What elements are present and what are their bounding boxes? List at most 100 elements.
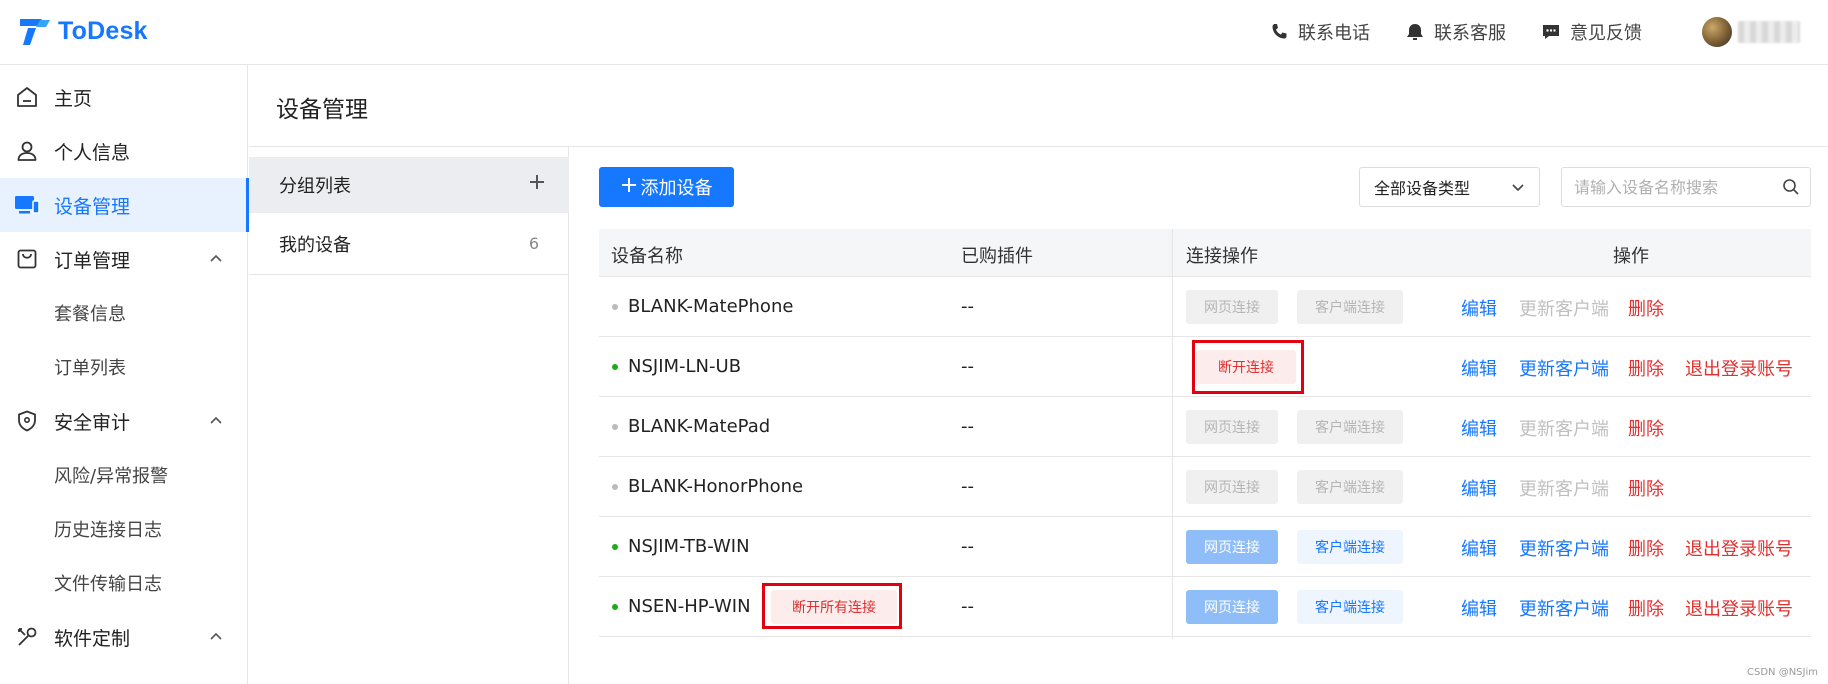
device-name: NSEN-HP-WIN [628, 596, 751, 617]
contact-phone-label: 联系电话 [1298, 23, 1370, 44]
user-menu[interactable] [1702, 17, 1800, 47]
delete-link[interactable]: 删除 [1628, 295, 1664, 321]
status-dot-offline [612, 484, 618, 490]
client-connect-button: 客户端连接 [1297, 470, 1403, 504]
sidebar-item-devices[interactable]: 设备管理 [0, 178, 249, 232]
web-connect-button: 网页连接 [1186, 410, 1278, 444]
sidebar-item-label: 历史连接日志 [54, 520, 162, 541]
top-header: ToDesk 联系电话 联系客服 意见反馈 [0, 0, 1828, 65]
sidebar-item-label: 订单列表 [54, 358, 126, 379]
search-input[interactable] [1574, 176, 1774, 198]
update-client-link[interactable]: 更新客户端 [1519, 535, 1609, 561]
device-search-box[interactable] [1561, 167, 1811, 207]
chevron-up-icon [210, 416, 222, 424]
contact-service-label: 联系客服 [1434, 23, 1506, 44]
group-item-count: 6 [528, 234, 539, 253]
web-connect-button: 网页连接 [1186, 290, 1278, 324]
sidebar-item-plan-info[interactable]: 套餐信息 [0, 286, 248, 340]
contact-service-link[interactable]: 联系客服 [1404, 19, 1506, 45]
contact-phone-link[interactable]: 联系电话 [1268, 19, 1370, 45]
edit-link[interactable]: 编辑 [1461, 595, 1497, 621]
bag-icon [14, 246, 40, 272]
client-connect-button: 客户端连接 [1297, 290, 1403, 324]
page-title: 设备管理 [276, 97, 368, 123]
web-connect-button: 网页连接 [1186, 470, 1278, 504]
update-client-link[interactable]: 更新客户端 [1519, 355, 1609, 381]
watermark: CSDN @NSJim [1747, 667, 1818, 678]
group-panel: 分组列表 我的设备 6 [249, 147, 569, 684]
edit-link[interactable]: 编辑 [1461, 415, 1497, 441]
delete-link[interactable]: 删除 [1628, 415, 1664, 441]
edit-link[interactable]: 编辑 [1461, 475, 1497, 501]
sidebar-item-home[interactable]: 主页 [0, 70, 248, 124]
sidebar-item-label: 安全审计 [54, 411, 131, 434]
sidebar-item-label: 个人信息 [54, 141, 131, 164]
device-name: BLANK-HonorPhone [628, 476, 804, 497]
column-header-actions: 操作 [1613, 246, 1649, 267]
device-type-select[interactable]: 全部设备类型 [1359, 167, 1540, 207]
device-name: BLANK-MatePad [628, 416, 771, 437]
table-row: BLANK-HonorPhone -- 网页连接 客户端连接 编辑 更新客户端 … [599, 457, 1811, 517]
web-connect-button[interactable]: 网页连接 [1186, 530, 1278, 564]
add-device-label: 添加设备 [640, 178, 713, 199]
sidebar-item-orders[interactable]: 订单管理 [0, 232, 248, 286]
tools-icon [14, 624, 40, 650]
add-group-icon[interactable] [527, 172, 547, 196]
status-dot-offline [612, 304, 618, 310]
plugin-value: -- [961, 296, 974, 317]
chat-icon [1540, 21, 1562, 43]
sidebar-item-label: 套餐信息 [54, 304, 126, 325]
edit-link[interactable]: 编辑 [1461, 295, 1497, 321]
device-name: NSJIM-LN-UB [628, 356, 742, 377]
group-item-my-devices[interactable]: 我的设备 6 [249, 213, 569, 275]
disconnect-all-button[interactable]: 断开所有连接 [771, 590, 897, 624]
sidebar-item-security-audit[interactable]: 安全审计 [0, 394, 248, 448]
brand-name: ToDesk [58, 16, 148, 45]
update-client-link: 更新客户端 [1519, 299, 1609, 320]
sidebar-item-order-list[interactable]: 订单列表 [0, 340, 248, 394]
delete-link[interactable]: 删除 [1628, 595, 1664, 621]
chevron-up-icon [210, 632, 222, 640]
logout-account-link[interactable]: 退出登录账号 [1685, 535, 1793, 561]
update-client-link: 更新客户端 [1519, 419, 1609, 440]
home-icon [14, 84, 40, 110]
phone-icon [1268, 21, 1290, 43]
sidebar-item-profile[interactable]: 个人信息 [0, 124, 248, 178]
edit-link[interactable]: 编辑 [1461, 355, 1497, 381]
update-client-link: 更新客户端 [1519, 479, 1609, 500]
sidebar-item-customization[interactable]: 软件定制 [0, 610, 248, 664]
sidebar-item-label: 软件定制 [54, 627, 131, 650]
add-device-button[interactable]: 添加设备 [599, 167, 734, 207]
sidebar-item-risk-alerts[interactable]: 风险/异常报警 [0, 448, 248, 502]
edit-link[interactable]: 编辑 [1461, 535, 1497, 561]
search-icon[interactable] [1782, 178, 1800, 196]
delete-link[interactable]: 删除 [1628, 475, 1664, 501]
disconnect-button[interactable]: 断开连接 [1196, 350, 1296, 384]
sidebar-item-connection-logs[interactable]: 历史连接日志 [0, 502, 248, 556]
column-header-connection: 连接操作 [1186, 246, 1258, 267]
device-name: NSJIM-TB-WIN [628, 536, 750, 557]
sidebar-item-file-transfer-logs[interactable]: 文件传输日志 [0, 556, 248, 610]
table-header: 设备名称 已购插件 连接操作 操作 [599, 229, 1811, 277]
shield-icon [14, 408, 40, 434]
plugin-value: -- [961, 416, 974, 437]
brand-logo[interactable]: ToDesk [18, 16, 148, 46]
logout-account-link[interactable]: 退出登录账号 [1685, 355, 1793, 381]
status-dot-offline [612, 424, 618, 430]
logout-account-link[interactable]: 退出登录账号 [1685, 595, 1793, 621]
delete-link[interactable]: 删除 [1628, 355, 1664, 381]
group-list-header: 分组列表 [249, 157, 569, 213]
fixed-column-divider [1172, 229, 1173, 639]
headset-icon [1404, 21, 1426, 43]
delete-link[interactable]: 删除 [1628, 535, 1664, 561]
table-row: NSJIM-LN-UB -- 断开连接 编辑 更新客户端 删除 退出登录账号 [599, 337, 1811, 397]
sidebar: 主页 个人信息 设备管理 订单管理 套餐信息 订单列表 安全审计 风险/异常报警… [0, 65, 249, 684]
client-connect-button[interactable]: 客户端连接 [1297, 590, 1403, 624]
plugin-value: -- [961, 356, 974, 377]
update-client-link[interactable]: 更新客户端 [1519, 595, 1609, 621]
devices-icon [14, 192, 40, 218]
feedback-link[interactable]: 意见反馈 [1540, 19, 1642, 45]
client-connect-button[interactable]: 客户端连接 [1297, 530, 1403, 564]
device-type-value: 全部设备类型 [1374, 179, 1471, 198]
web-connect-button[interactable]: 网页连接 [1186, 590, 1278, 624]
